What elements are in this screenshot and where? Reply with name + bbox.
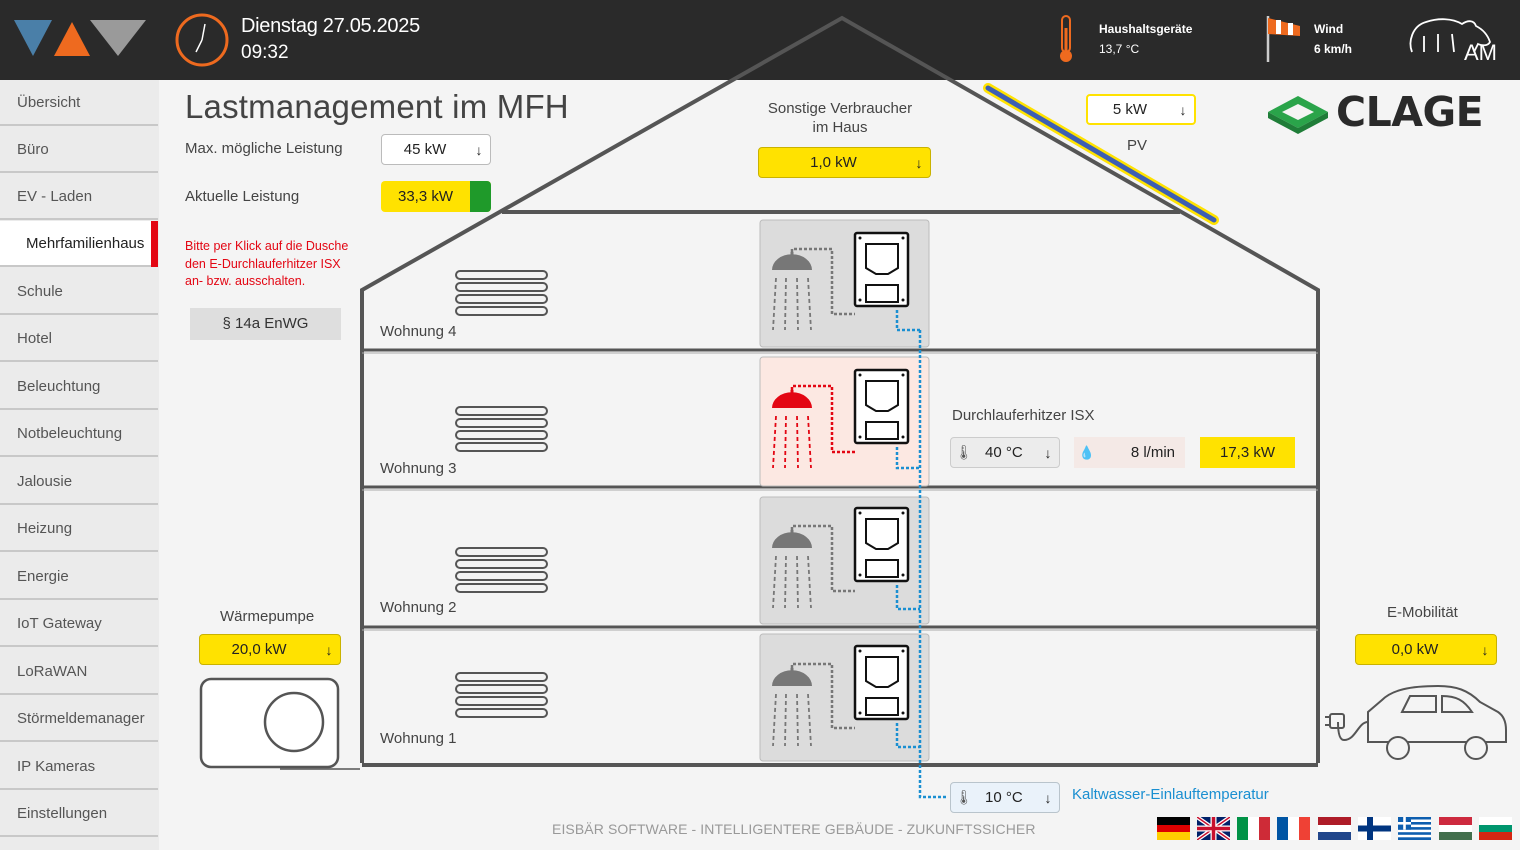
flag-nl-icon[interactable] xyxy=(1318,817,1351,840)
flag-de-icon[interactable] xyxy=(1157,817,1190,840)
enwg-14a-button[interactable]: § 14a EnWG xyxy=(190,308,341,340)
radiator-icon xyxy=(455,270,548,316)
radiator-icon xyxy=(455,406,548,452)
clage-brand: CLAGE xyxy=(1336,88,1484,136)
electric-car-icon xyxy=(1325,684,1507,760)
flag-fi-icon[interactable] xyxy=(1358,817,1391,840)
current-power-value: 33,3 kW xyxy=(397,188,454,205)
other-consumers-dropdown[interactable]: 1,0 kW ↓ xyxy=(758,147,931,178)
shower-unit-4[interactable] xyxy=(759,219,930,348)
radiator-icon xyxy=(455,547,548,593)
max-power-dropdown[interactable]: 45 kW ↓ xyxy=(381,134,491,165)
thermometer-icon: 🌡 xyxy=(955,444,973,460)
heater-temp-dropdown[interactable]: 🌡 40 °C ↓ xyxy=(950,437,1060,468)
current-power-bar: 33,3 kW xyxy=(381,181,491,212)
arrow-down-icon: ↓ xyxy=(1044,444,1052,461)
emobility-dropdown[interactable]: 0,0 kW ↓ xyxy=(1355,634,1497,665)
flag-hu-icon[interactable] xyxy=(1439,817,1472,840)
heatpump-dropdown[interactable]: 20,0 kW ↓ xyxy=(199,634,341,665)
hint-text: Bitte per Klick auf die Dusche den E-Dur… xyxy=(185,239,349,288)
flag-gr-icon[interactable] xyxy=(1398,817,1431,840)
shower-unit-1[interactable] xyxy=(759,633,930,762)
page-title: Lastmanagement im MFH xyxy=(185,88,569,125)
arrow-down-icon: ↓ xyxy=(1179,101,1187,118)
arrow-down-icon: ↓ xyxy=(1481,641,1489,658)
flag-fr-icon[interactable] xyxy=(1277,817,1310,840)
capacity-reserve-indicator xyxy=(470,181,491,212)
apartment-4-label: Wohnung 4 xyxy=(380,323,457,340)
flag-it-icon[interactable] xyxy=(1237,817,1270,840)
heater-label: Durchlauferhitzer ISX xyxy=(952,407,1095,424)
heat-pump-icon xyxy=(199,677,360,770)
pv-label: PV xyxy=(1127,137,1148,154)
max-power-label: Max. mögliche Leistung xyxy=(185,140,343,157)
arrow-down-icon: ↓ xyxy=(325,641,333,658)
heatpump-label: Wärmepumpe xyxy=(220,608,315,625)
flag-bg-icon[interactable] xyxy=(1479,817,1512,840)
shower-unit-3-active[interactable] xyxy=(759,356,930,487)
shower-unit-2[interactable] xyxy=(759,496,930,625)
heater-power-display: 17,3 kW xyxy=(1200,437,1295,468)
flag-gb-icon[interactable] xyxy=(1197,817,1230,840)
cold-water-temp-dropdown[interactable]: 🌡 10 °C ↓ xyxy=(950,782,1060,813)
radiator-icon xyxy=(455,672,548,718)
clage-logo-icon xyxy=(1268,96,1328,134)
arrow-down-icon: ↓ xyxy=(1044,789,1052,806)
apartment-3-label: Wohnung 3 xyxy=(380,460,457,477)
arrow-down-icon: ↓ xyxy=(475,141,483,158)
heater-flow-display: 💧 8 l/min xyxy=(1074,437,1185,468)
apartment-1-label: Wohnung 1 xyxy=(380,730,457,747)
cold-water-label: Kaltwasser-Einlauftemperatur xyxy=(1072,786,1269,803)
pv-dropdown[interactable]: 5 kW ↓ xyxy=(1086,94,1196,125)
emobility-label: E-Mobilität xyxy=(1387,604,1458,621)
other-consumers-label: Sonstige Verbraucher im Haus xyxy=(767,100,913,136)
thermometer-icon: 🌡 xyxy=(955,789,973,805)
current-power-label: Aktuelle Leistung xyxy=(185,188,300,205)
water-drop-icon: 💧 xyxy=(1078,444,1096,460)
apartment-2-label: Wohnung 2 xyxy=(380,599,457,616)
footer-text: EISBÄR SOFTWARE - INTELLIGENTERE GEBÄUDE… xyxy=(552,821,1036,837)
arrow-down-icon: ↓ xyxy=(915,154,923,171)
